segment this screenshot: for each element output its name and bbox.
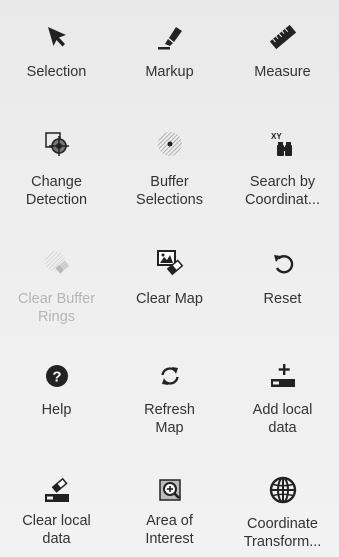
svg-text:XY: XY	[271, 132, 282, 141]
reset-tool[interactable]: Reset	[226, 246, 339, 334]
change-detection-label: Change Detection	[25, 174, 88, 208]
refresh-map-tool[interactable]: Refresh Map	[113, 359, 226, 449]
selection-label: Selection	[26, 64, 87, 80]
refresh-map-label: Refresh Map	[144, 402, 195, 436]
area-zoom-icon	[153, 473, 187, 507]
area-of-interest-tool[interactable]: Area of Interest	[113, 473, 226, 557]
clear-buffer-rings-tool[interactable]: Clear Buffer Rings	[0, 246, 113, 334]
clear-local-data-label: Clear local data	[22, 513, 91, 547]
marker-pen-icon	[153, 20, 187, 54]
add-data-icon	[266, 359, 300, 393]
help-label: Help	[41, 402, 72, 418]
clear-map-icon	[153, 246, 187, 280]
clear-map-tool[interactable]: Clear Map	[113, 246, 226, 334]
clear-buffer-rings-label: Clear Buffer Rings	[17, 291, 96, 325]
add-local-data-tool[interactable]: Add local data	[226, 359, 339, 449]
reset-arrow-icon	[266, 246, 300, 280]
search-by-coordinates-tool[interactable]: XY Search by Coordinat...	[226, 127, 339, 217]
buffer-selections-tool[interactable]: Buffer Selections	[113, 127, 226, 217]
coordinate-transform-tool[interactable]: Coordinate Transform...	[226, 473, 339, 557]
measure-tool[interactable]: Measure	[226, 20, 339, 100]
reset-label: Reset	[263, 291, 302, 307]
measure-label: Measure	[254, 64, 311, 80]
change-detection-tool[interactable]: Change Detection	[0, 127, 113, 217]
selection-tool[interactable]: Selection	[0, 20, 113, 100]
add-local-data-label: Add local data	[252, 402, 313, 436]
svg-text:?: ?	[52, 369, 61, 386]
markup-tool[interactable]: Markup	[113, 20, 226, 100]
clear-map-label: Clear Map	[136, 291, 203, 307]
clear-buffer-icon	[40, 246, 74, 280]
coordinate-transform-label: Coordinate Transform...	[243, 516, 322, 550]
tools-panel: Selection Markup Measure Change Detectio…	[0, 0, 339, 557]
globe-icon	[266, 473, 300, 507]
area-of-interest-label: Area of Interest	[145, 513, 194, 547]
clear-local-data-icon	[40, 473, 74, 507]
ruler-icon	[266, 20, 300, 54]
cursor-arrow-icon	[40, 20, 74, 54]
search-by-coordinates-label: Search by Coordinat...	[245, 174, 320, 208]
buffer-selections-label: Buffer Selections	[136, 174, 203, 208]
clear-local-data-tool[interactable]: Clear local data	[0, 473, 113, 557]
change-detection-icon	[40, 127, 74, 161]
help-icon: ?	[40, 359, 74, 393]
buffer-rings-icon	[153, 127, 187, 161]
help-tool[interactable]: ? Help	[0, 359, 113, 449]
markup-label: Markup	[145, 64, 194, 80]
xy-binoculars-icon: XY	[266, 127, 300, 161]
refresh-icon	[153, 359, 187, 393]
